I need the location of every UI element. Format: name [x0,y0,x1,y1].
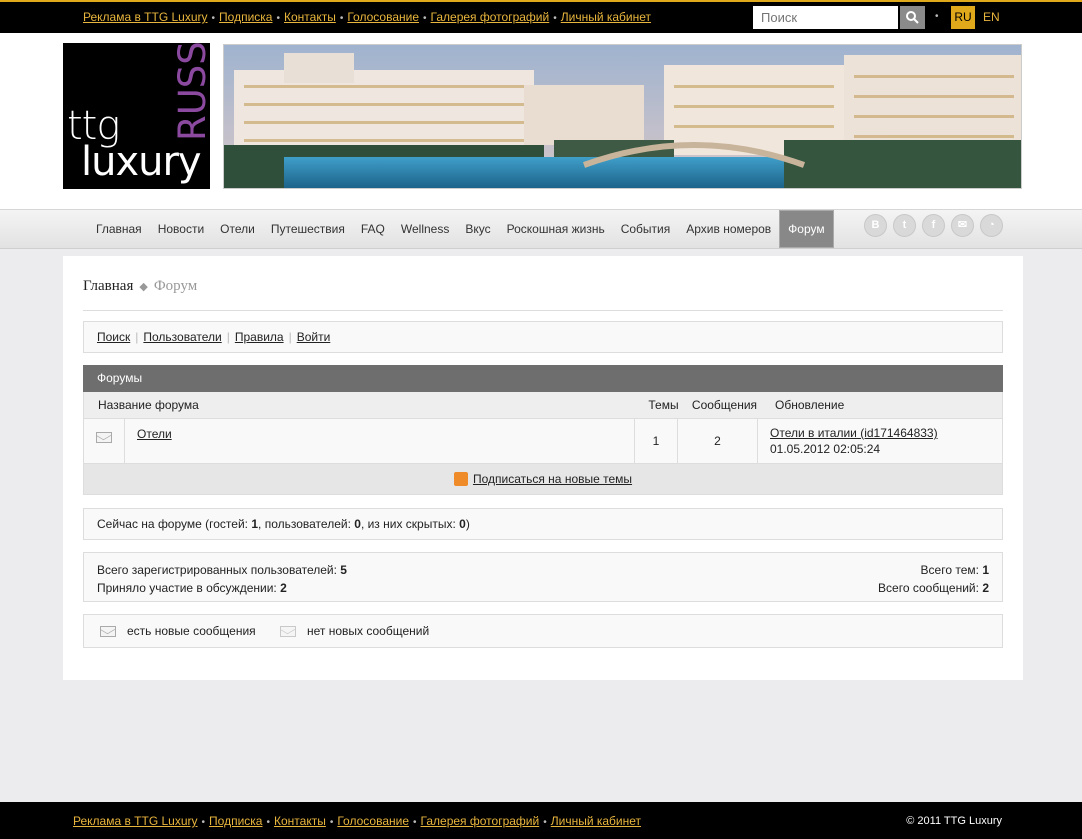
nav-item-home[interactable]: Главная [88,210,150,248]
twitter-icon[interactable]: t [893,214,916,237]
nav-item-faq[interactable]: FAQ [353,210,393,248]
col-updated: Обновление [775,398,845,412]
col-topics: Темы [648,398,679,412]
col-forum-name: Название форума [98,398,199,412]
top-link-subscribe[interactable]: Подписка [219,10,272,24]
hotel-banner-image [223,44,1022,189]
no-new-messages-icon [96,432,112,443]
footer-link-cabinet[interactable]: Личный кабинет [551,814,641,828]
top-link-contacts[interactable]: Контакты [284,10,336,24]
online-users-box: Сейчас на форуме (гостей: 1, пользовател… [83,508,1003,540]
nav-item-forum[interactable]: Форум [779,210,834,248]
facebook-icon[interactable]: f [922,214,945,237]
forum-messages-count: 2 [678,419,758,463]
copyright: © 2011 TTG Luxury [906,815,1002,827]
forum-topics-count: 1 [635,419,678,463]
nav-item-wellness[interactable]: Wellness [393,210,457,248]
search-icon [906,11,919,24]
online-users-text: Сейчас на форуме (гостей: 1, пользовател… [97,517,470,531]
nav-item-archive[interactable]: Архив номеров [678,210,779,248]
forum-stats-box: Всего зарегистрированных пользователей: … [83,552,1003,602]
nav-item-travel[interactable]: Путешествия [263,210,353,248]
top-link-cabinet[interactable]: Личный кабинет [561,10,651,24]
breadcrumb-home[interactable]: Главная [83,278,133,294]
nav-item-hotels[interactable]: Отели [212,210,263,248]
table-row: Отели 1 2 Отели в италии (id171464833) 0… [83,419,1003,464]
user-stats: Всего зарегистрированных пользователей: … [97,563,347,595]
footer: Реклама в TTG Luxury • Подписка • Контакты • Г… [0,802,1082,839]
forum-status-cell [84,419,125,463]
forum-menu-search[interactable]: Поиск [97,330,130,344]
top-accent-line [0,0,1082,2]
mail-icon[interactable]: ✉ [951,214,974,237]
legend-none-text: нет новых сообщений [307,624,430,638]
breadcrumb-current: Форум [153,278,198,294]
nav-item-events[interactable]: События [613,210,679,248]
top-bar: Реклама в TTG Luxury • Подписка • Контакты • Г… [0,0,1082,33]
footer-link-subscribe[interactable]: Подписка [209,814,262,828]
participated-count: 2 [280,581,287,595]
forum-menu: Поиск | Пользователи | Правила | Войти [83,321,1003,353]
top-link-voting[interactable]: Голосование [347,10,419,24]
rss-icon[interactable]: ◔ [980,214,1003,237]
nav-item-news[interactable]: Новости [150,210,212,248]
subscribe-new-topics-link[interactable]: Подписаться на новые темы [473,472,632,486]
forum-menu-rules[interactable]: Правила [235,330,284,344]
forum-menu-login[interactable]: Войти [297,330,331,344]
top-link-gallery[interactable]: Галерея фотографий [431,10,550,24]
nav-item-taste[interactable]: Вкус [457,210,498,248]
online-hidden: 0 [459,517,466,531]
footer-links: Реклама в TTG Luxury • Подписка • Контакты • Г… [73,814,642,828]
breadcrumb-divider [83,310,1003,311]
main-nav: Главная Новости Отели Путешествия FAQ We… [0,209,1082,249]
forum-menu-users[interactable]: Пользователи [143,330,221,344]
forums-table-title: Форумы [83,365,1003,392]
logo-russia-text: RUSSIA [171,43,210,141]
new-messages-icon [100,626,116,637]
lang-en-button[interactable]: EN [983,6,1000,29]
last-topic-link[interactable]: Отели в италии (id171464833) [770,426,938,440]
footer-link-advert[interactable]: Реклама в TTG Luxury [73,814,198,828]
total-messages-count: 2 [982,581,989,595]
content-stats: Всего тем: 1 Всего сообщений: 2 [878,563,989,595]
breadcrumb: Главная ◆ Форум [83,278,198,294]
logo-luxury-text: luxury [81,139,202,185]
col-messages: Сообщения [691,398,758,412]
rss-feed-icon [453,471,468,486]
nav-item-luxury-life[interactable]: Роскошная жизнь [499,210,613,248]
online-users: 0 [354,517,361,531]
footer-link-contacts[interactable]: Контакты [274,814,326,828]
registered-count: 5 [340,563,347,577]
content-panel: Главная ◆ Форум Поиск | Пользователи | Правила… [63,256,1023,680]
forum-link-hotels[interactable]: Отели [137,427,172,441]
separator-dot: • [935,11,939,22]
header: ttg luxury RUSSIA [0,33,1082,209]
search-input[interactable] [753,6,898,29]
footer-link-voting[interactable]: Голосование [337,814,409,828]
search-button[interactable] [900,6,925,29]
forums-table-header: Название форума Темы Сообщения Обновлени… [83,392,1003,419]
no-new-messages-icon [280,626,296,637]
forums-table: Форумы Название форума Темы Сообщения Об… [83,365,1003,495]
top-link-advert[interactable]: Реклама в TTG Luxury [83,10,208,24]
lang-ru-button[interactable]: RU [951,6,975,29]
legend-new-text: есть новые сообщения [127,624,256,638]
legend-box: есть новые сообщения нет новых сообщений [83,614,1003,648]
footer-link-gallery[interactable]: Галерея фотографий [421,814,540,828]
vk-icon[interactable]: B [864,214,887,237]
subscribe-row: Подписаться на новые темы [83,464,1003,495]
last-update-date: 01.05.2012 02:05:24 [770,442,881,456]
total-topics-count: 1 [982,563,989,577]
site-logo[interactable]: ttg luxury RUSSIA [63,43,210,189]
top-links: Реклама в TTG Luxury • Подписка • Контакты • Г… [83,10,652,24]
